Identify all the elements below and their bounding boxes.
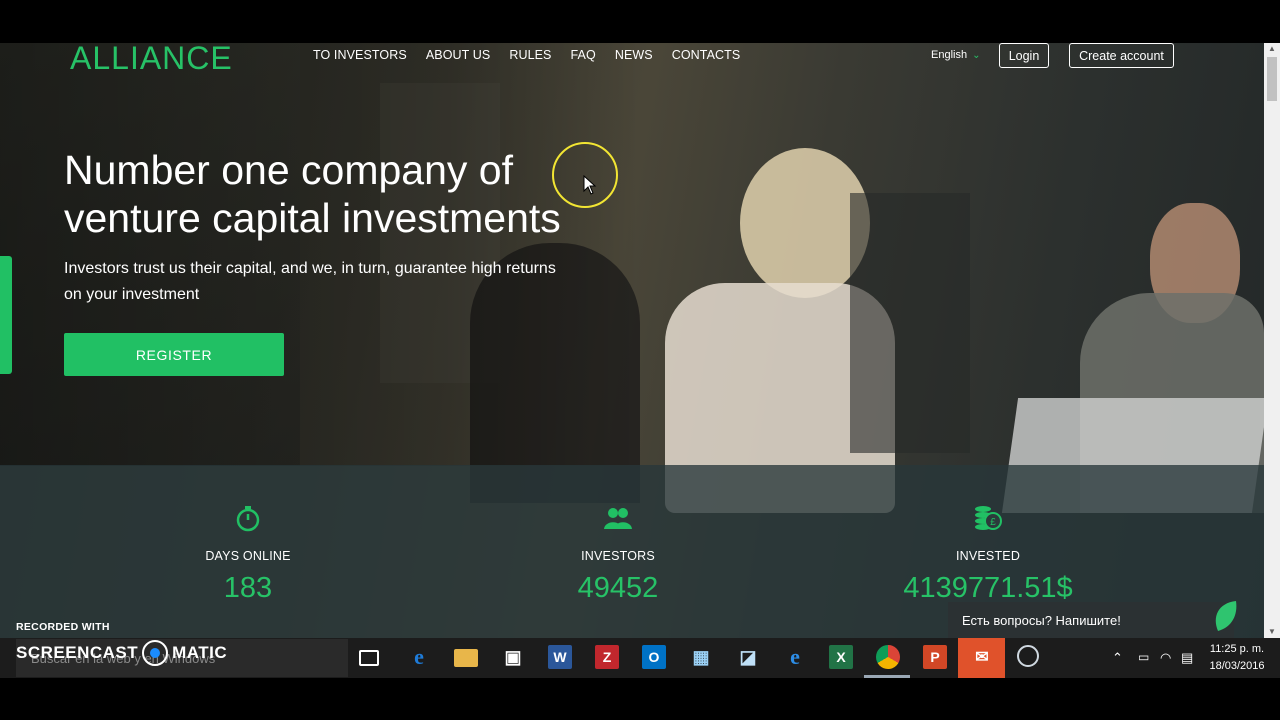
battery-icon[interactable]: ▭	[1138, 650, 1149, 664]
page-scrollbar[interactable]: ▲ ▼	[1264, 43, 1280, 638]
filezilla-icon[interactable]: Z	[595, 645, 619, 669]
stat-value: 183	[223, 572, 273, 604]
stat-value: 49452	[577, 572, 659, 604]
word-icon[interactable]: W	[548, 645, 572, 669]
coins-icon: £	[975, 506, 1002, 530]
screencast-app-icon[interactable]	[1017, 645, 1039, 667]
tray-chevron-up-icon[interactable]: ⌃	[1112, 650, 1123, 666]
scroll-down-icon[interactable]: ▼	[1264, 626, 1280, 638]
file-explorer-icon[interactable]	[454, 649, 478, 667]
clock-date: 18/03/2016	[1209, 660, 1265, 672]
nav-news[interactable]: NEWS	[615, 48, 653, 62]
people-icon	[604, 508, 632, 529]
main-nav: TO INVESTORS ABOUT US RULES FAQ NEWS CON…	[313, 48, 740, 62]
hero-title-line1: Number one company of	[64, 147, 513, 193]
nav-rules[interactable]: RULES	[509, 48, 551, 62]
taskbar-clock[interactable]: 11:25 p. m. 18/03/2016	[1205, 641, 1269, 675]
chrome-icon[interactable]	[876, 645, 900, 669]
nav-contacts[interactable]: CONTACTS	[672, 48, 741, 62]
scroll-up-icon[interactable]: ▲	[1264, 43, 1280, 55]
watermark-o-icon	[142, 640, 169, 666]
language-selector[interactable]: English ⌄	[931, 49, 980, 61]
clock-time: 11:25 p. m.	[1209, 643, 1265, 655]
stat-label: DAYS ONLINE	[205, 549, 291, 563]
wifi-icon[interactable]: ◠	[1160, 650, 1171, 666]
notifications-icon[interactable]: ▤	[1181, 650, 1193, 666]
chat-widget[interactable]: Есть вопросы? Напишите!	[948, 602, 1234, 638]
hero-title-line2: venture capital investments	[64, 195, 561, 241]
store-icon[interactable]: ▣	[501, 645, 525, 669]
hero-subtitle: Investors trust us their capital, and we…	[64, 260, 556, 303]
create-account-button[interactable]: Create account	[1069, 43, 1174, 68]
notes-app-icon[interactable]: ◪	[736, 645, 760, 669]
register-button[interactable]: REGISTER	[64, 333, 284, 376]
leaf-icon[interactable]	[1212, 599, 1238, 633]
mouse-cursor-icon	[583, 175, 597, 195]
stat-label: INVESTED	[955, 549, 1021, 563]
stat-label: INVESTORS	[581, 549, 655, 563]
screencast-watermark: SCREENCAST MATIC	[16, 640, 227, 666]
chevron-down-icon: ⌄	[972, 49, 981, 61]
network-app-icon[interactable]: ▦	[689, 645, 713, 669]
powerpoint-icon[interactable]: P	[923, 645, 947, 669]
watermark-left: SCREENCAST	[16, 643, 139, 662]
scroll-thumb[interactable]	[1267, 57, 1277, 101]
svg-text:£: £	[990, 517, 996, 528]
stat-value: 4139771.51$	[903, 572, 1073, 604]
side-social-tab[interactable]	[0, 256, 12, 374]
site-logo[interactable]: ALLIANCE	[70, 40, 233, 77]
edge-icon[interactable]: e	[407, 644, 431, 669]
bottom-black-bar	[0, 678, 1280, 720]
nav-faq[interactable]: FAQ	[571, 48, 596, 62]
outlook-icon[interactable]: O	[642, 645, 666, 669]
excel-icon[interactable]: X	[829, 645, 853, 669]
login-button[interactable]: Login	[999, 43, 1049, 68]
task-view-icon[interactable]	[359, 650, 379, 666]
watermark-right: MATIC	[172, 643, 228, 662]
hero-overlay	[0, 43, 640, 466]
stopwatch-icon	[236, 506, 260, 532]
recorded-with-label: RECORDED WITH	[16, 621, 110, 633]
language-label: English	[931, 49, 968, 61]
internet-explorer-icon[interactable]: e	[783, 644, 807, 669]
nav-about-us[interactable]: ABOUT US	[426, 48, 490, 62]
mail-icon[interactable]: ✉	[970, 645, 994, 669]
nav-to-investors[interactable]: TO INVESTORS	[313, 48, 407, 62]
top-black-bar	[0, 0, 1280, 43]
